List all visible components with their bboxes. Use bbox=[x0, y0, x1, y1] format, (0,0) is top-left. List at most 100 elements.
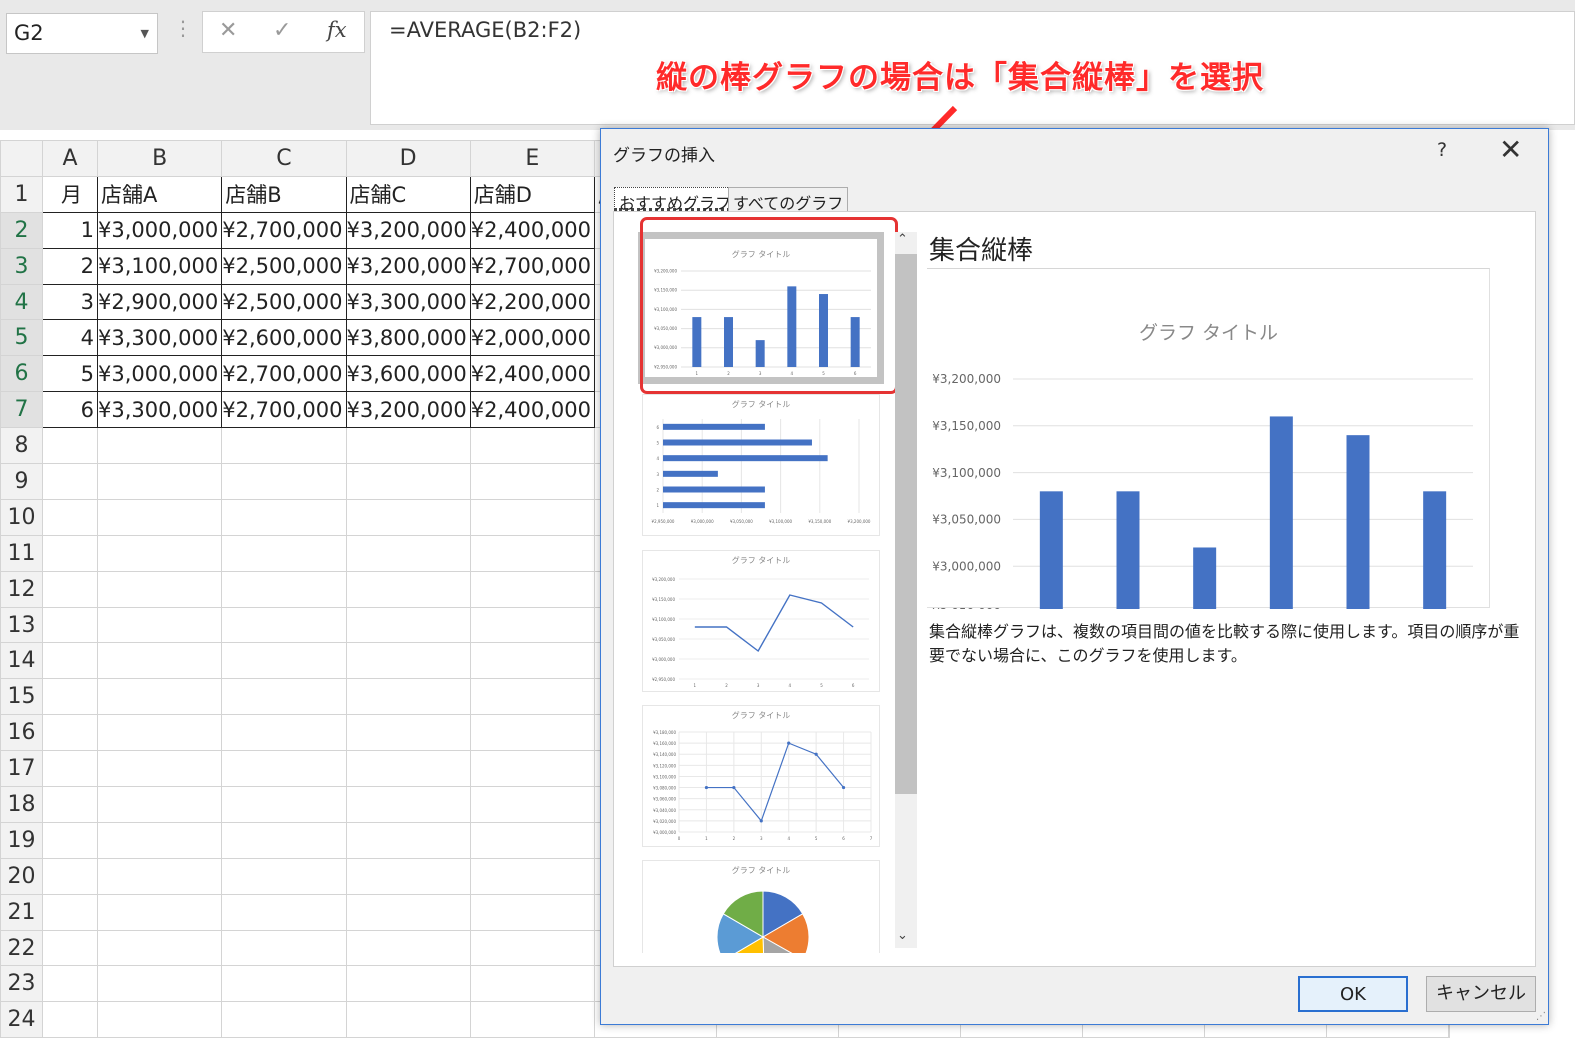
row-header[interactable]: 19 bbox=[0, 821, 43, 859]
data-cell[interactable]: ¥2,400,000 bbox=[469, 355, 596, 393]
empty-cell[interactable] bbox=[96, 642, 223, 680]
empty-cell[interactable] bbox=[345, 965, 471, 1003]
row-header[interactable]: 21 bbox=[0, 893, 43, 931]
empty-cell[interactable] bbox=[221, 714, 347, 752]
empty-cell[interactable] bbox=[345, 606, 471, 644]
empty-cell[interactable] bbox=[469, 498, 596, 536]
data-cell[interactable]: ¥2,700,000 bbox=[221, 355, 347, 393]
empty-cell[interactable] bbox=[42, 893, 98, 931]
empty-cell[interactable] bbox=[42, 463, 98, 500]
data-cell[interactable]: 2 bbox=[42, 247, 98, 285]
data-cell[interactable]: ¥3,200,000 bbox=[345, 391, 471, 429]
empty-cell[interactable] bbox=[345, 714, 471, 752]
data-cell[interactable]: ¥2,700,000 bbox=[469, 247, 596, 285]
empty-cell[interactable] bbox=[221, 893, 347, 931]
empty-cell[interactable] bbox=[42, 857, 98, 895]
empty-cell[interactable] bbox=[221, 427, 347, 465]
empty-cell[interactable] bbox=[96, 786, 223, 823]
empty-cell[interactable] bbox=[221, 1001, 347, 1039]
column-header[interactable]: E bbox=[469, 140, 596, 177]
row-header[interactable]: 1 bbox=[0, 175, 43, 213]
select-all-corner[interactable] bbox=[0, 140, 43, 177]
empty-cell[interactable] bbox=[469, 606, 596, 644]
close-button[interactable]: ✕ bbox=[1499, 133, 1522, 166]
row-header[interactable]: 11 bbox=[0, 534, 43, 572]
empty-cell[interactable] bbox=[42, 965, 98, 1003]
header-cell[interactable]: 店舗A bbox=[96, 175, 223, 213]
data-cell[interactable]: ¥3,000,000 bbox=[96, 211, 223, 249]
empty-cell[interactable] bbox=[345, 750, 471, 788]
data-cell[interactable]: ¥2,600,000 bbox=[221, 319, 347, 357]
data-cell[interactable]: ¥3,600,000 bbox=[345, 355, 471, 393]
empty-cell[interactable] bbox=[345, 678, 471, 716]
empty-cell[interactable] bbox=[96, 750, 223, 788]
empty-cell[interactable] bbox=[469, 678, 596, 716]
row-header[interactable]: 15 bbox=[0, 678, 43, 716]
empty-cell[interactable] bbox=[221, 857, 347, 895]
empty-cell[interactable] bbox=[469, 965, 596, 1003]
empty-cell[interactable] bbox=[221, 821, 347, 859]
data-cell[interactable]: 3 bbox=[42, 283, 98, 321]
empty-cell[interactable] bbox=[221, 534, 347, 572]
empty-cell[interactable] bbox=[345, 498, 471, 536]
row-header[interactable]: 10 bbox=[0, 498, 43, 536]
data-cell[interactable]: ¥2,400,000 bbox=[469, 211, 596, 249]
fx-icon[interactable]: fx bbox=[327, 18, 347, 42]
thumb-pie[interactable]: グラフ タイトル bbox=[642, 860, 880, 953]
row-header[interactable]: 16 bbox=[0, 714, 43, 752]
cancel-button[interactable]: キャンセル bbox=[1426, 976, 1536, 1012]
empty-cell[interactable] bbox=[469, 642, 596, 680]
empty-cell[interactable] bbox=[96, 857, 223, 895]
empty-cell[interactable] bbox=[42, 1001, 98, 1039]
empty-cell[interactable] bbox=[96, 463, 223, 500]
data-cell[interactable]: 6 bbox=[42, 391, 98, 429]
row-header[interactable]: 14 bbox=[0, 642, 43, 680]
empty-cell[interactable] bbox=[345, 642, 471, 680]
empty-cell[interactable] bbox=[469, 463, 596, 500]
row-header[interactable]: 23 bbox=[0, 965, 43, 1003]
empty-cell[interactable] bbox=[221, 929, 347, 967]
empty-cell[interactable] bbox=[42, 786, 98, 823]
empty-cell[interactable] bbox=[96, 1001, 223, 1039]
empty-cell[interactable] bbox=[345, 463, 471, 500]
empty-cell[interactable] bbox=[96, 714, 223, 752]
empty-cell[interactable] bbox=[469, 857, 596, 895]
thumb-scatter-line[interactable]: グラフ タイトル ¥3,000,000 ¥3,020,000 ¥3,040,000 ¥3… bbox=[642, 705, 880, 847]
empty-cell[interactable] bbox=[42, 427, 98, 465]
column-header[interactable]: C bbox=[221, 140, 347, 177]
data-cell[interactable]: 5 bbox=[42, 355, 98, 393]
empty-cell[interactable] bbox=[221, 642, 347, 680]
thumb-clustered-bar[interactable]: グラフ タイトル ¥2,950,000 ¥3,000,000 ¥3,050,000 ¥3… bbox=[642, 394, 880, 536]
empty-cell[interactable] bbox=[221, 750, 347, 788]
header-cell[interactable]: 店舗B bbox=[221, 175, 347, 213]
header-cell[interactable]: 月 bbox=[42, 175, 98, 213]
row-header[interactable]: 7 bbox=[0, 391, 43, 429]
empty-cell[interactable] bbox=[345, 821, 471, 859]
empty-cell[interactable] bbox=[221, 678, 347, 716]
column-header[interactable]: B bbox=[96, 140, 223, 177]
empty-cell[interactable] bbox=[469, 570, 596, 608]
row-header[interactable]: 24 bbox=[0, 1001, 43, 1039]
empty-cell[interactable] bbox=[96, 606, 223, 644]
ok-button[interactable]: OK bbox=[1298, 976, 1408, 1012]
data-cell[interactable]: ¥2,000,000 bbox=[469, 319, 596, 357]
empty-cell[interactable] bbox=[221, 606, 347, 644]
row-header[interactable]: 9 bbox=[0, 463, 43, 500]
row-header[interactable]: 3 bbox=[0, 247, 43, 285]
row-header[interactable]: 13 bbox=[0, 606, 43, 644]
empty-cell[interactable] bbox=[221, 965, 347, 1003]
chevron-down-icon[interactable]: ⌄ bbox=[897, 928, 908, 943]
scroll-thumb[interactable] bbox=[895, 254, 917, 794]
check-icon[interactable]: ✓ bbox=[273, 18, 291, 43]
empty-cell[interactable] bbox=[345, 534, 471, 572]
close-icon[interactable]: ✕ bbox=[219, 18, 237, 43]
empty-cell[interactable] bbox=[345, 929, 471, 967]
empty-cell[interactable] bbox=[42, 642, 98, 680]
empty-cell[interactable] bbox=[345, 786, 471, 823]
column-header[interactable]: D bbox=[345, 140, 471, 177]
data-cell[interactable]: 4 bbox=[42, 319, 98, 357]
help-button[interactable]: ? bbox=[1437, 139, 1447, 161]
data-cell[interactable]: ¥3,000,000 bbox=[96, 355, 223, 393]
empty-cell[interactable] bbox=[42, 929, 98, 967]
empty-cell[interactable] bbox=[221, 463, 347, 500]
